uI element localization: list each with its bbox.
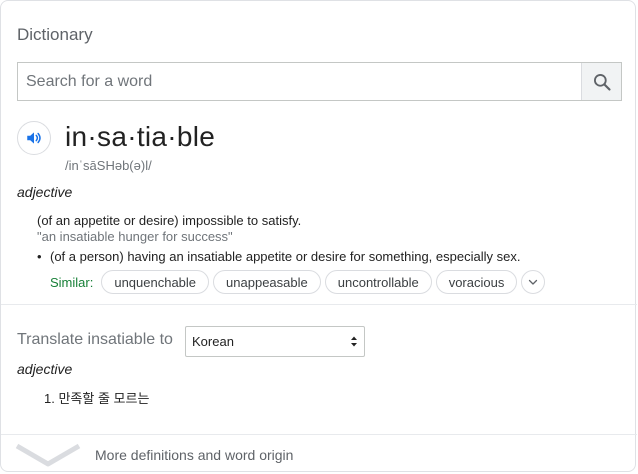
definition-2-text: (of a person) having an insatiable appet…: [50, 249, 521, 264]
search-input[interactable]: [18, 63, 581, 100]
definition-1-example: "an insatiable hunger for success": [37, 229, 233, 244]
chevron-down-icon: [529, 279, 538, 285]
similar-label: Similar:: [50, 274, 94, 290]
search-box: [17, 62, 622, 101]
similar-chip-uncontrollable[interactable]: uncontrollable: [324, 270, 432, 294]
section-divider: [1, 304, 637, 305]
similar-chip-unquenchable[interactable]: unquenchable: [101, 270, 210, 294]
more-definitions-link[interactable]: More definitions and word origin: [95, 447, 293, 463]
similar-chip-voracious[interactable]: voracious: [435, 270, 518, 294]
language-select[interactable]: Korean: [185, 326, 365, 357]
definition-1: (of an appetite or desire) impossible to…: [37, 213, 302, 228]
translation-item: 1. 만족할 줄 모르는: [44, 388, 149, 407]
similar-expand-button[interactable]: [521, 270, 546, 294]
definition-2: • (of a person) having an insatiable appe…: [37, 249, 520, 264]
language-select-value: Korean: [192, 334, 234, 349]
translation-text: 만족할 줄 모르는: [58, 391, 150, 406]
translation-part-of-speech: adjective: [17, 361, 73, 377]
dictionary-card: Dictionary in·sa·tia·ble /inˈsāSHəb(ə)l/…: [0, 0, 637, 472]
headword: in·sa·tia·ble: [65, 121, 216, 152]
select-arrows-icon: [351, 336, 357, 347]
similar-chip-unappeasable[interactable]: unappeasable: [213, 270, 321, 294]
pronunciation: /inˈsāSHəb(ə)l/: [65, 158, 152, 173]
translation-index: 1.: [44, 391, 55, 406]
similar-words: Similar: unquenchable unappeasable uncon…: [50, 269, 546, 295]
dictionary-title: Dictionary: [17, 25, 93, 44]
search-button[interactable]: [581, 63, 621, 100]
search-icon: [593, 73, 611, 91]
chevron-down-icon[interactable]: [15, 443, 81, 467]
speaker-icon: [27, 132, 41, 144]
part-of-speech: adjective: [17, 184, 73, 200]
translate-label: Translate insatiable to: [17, 331, 173, 348]
definition-bullet: •: [37, 249, 42, 264]
footer-divider: [1, 434, 637, 435]
pronunciation-audio-button[interactable]: [17, 121, 51, 155]
